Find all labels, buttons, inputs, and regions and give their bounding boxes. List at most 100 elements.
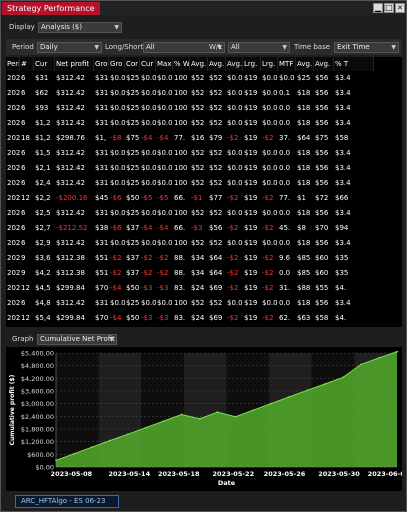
table-cell: -$2 [110,254,122,262]
table-cell: $25 [126,179,140,187]
chevron-down-icon: ▼ [114,24,119,31]
table-cell: -$2 [227,269,239,277]
table-cell: 88. [174,254,186,262]
column-header[interactable]: Cur [34,57,55,71]
table-row[interactable]: 202 6 $2,5 $312.42 $31 $0.0 $25 $0.0 $0.0 100 $52 $… [6,207,402,219]
column-header[interactable]: Max [156,57,173,71]
column-header[interactable]: % T [334,57,374,71]
column-header[interactable]: Gro [109,57,125,71]
chevron-down-icon: ▼ [109,336,114,343]
table-cell: $0.0 [157,74,173,82]
table-cell: $75 [315,134,329,142]
table-cell: 202 [7,254,20,262]
table-cell: $0.0 [110,74,125,82]
table-cell: $31 [95,164,109,172]
table-row[interactable]: 202 6 $1,2 $312.42 $31 $0.0 $25 $0.0 $0.0 100 $52 $… [6,117,402,129]
table-cell: 202 [7,314,20,322]
data-point [144,426,147,429]
table-row[interactable]: 202 12 $2,2 -$200.16 $45 -$6 $50 -$5 -$5 66. -$1 $7… [6,192,402,204]
table-row[interactable]: 202 12 $4,5 $299.84 $70 -$4 $50 -$3 -$3 83. $24 $69… [6,282,402,294]
y-tick-label: $5,400.00 [21,350,54,358]
table-cell: $56 [315,74,329,82]
table-row[interactable]: 202 12 $5,4 $299.84 $70 -$4 $50 -$3 -$3 83. $24 $69… [6,312,402,324]
graph-type-select[interactable]: Cumulative Net Profit ▼ [37,334,117,345]
table-cell: $19 [244,299,258,307]
table-row[interactable]: 202 6 $2,1 $312.42 $31 $0.0 $25 $0.0 $0.0 100 $52 $… [6,162,402,174]
table-cell: $0.0 [141,239,156,247]
table-row[interactable]: 202 6 $93 $312.42 $31 $0.0 $25 $0.0 $0.0 100 $52 $5… [6,102,402,114]
table-cell: -$2 [110,269,122,277]
minimize-button[interactable]: ▁ [373,3,383,13]
table-cell: $25 [126,164,140,172]
data-point [306,389,309,392]
table-cell: $0.0 [157,209,173,217]
column-header[interactable]: Lrg. [261,57,278,71]
table-cell: $0.0 [227,209,243,217]
table-cell: 100 [174,74,188,82]
wl-select[interactable]: All ▼ [228,42,290,53]
table-cell: 6 [21,239,26,247]
display-select[interactable]: Analysis ($) ▼ [38,22,122,33]
table-cell: $4. [335,314,347,322]
column-header[interactable]: Lrg. [243,57,261,71]
table-cell: $52 [191,164,205,172]
table-row[interactable]: 202 6 $31 $312.42 $31 $0.0 $25 $0.0 $0.0 100 $52 $5… [6,72,402,84]
title-bar[interactable]: Strategy Performance ▁ □ ✕ [1,1,406,15]
table-cell: $31 [95,119,109,127]
table-cell: -$6 [110,194,122,202]
table-cell: $1, [95,134,107,142]
table-cell: $75 [126,134,140,142]
y-tick-label: $4,200.00 [21,375,54,383]
table-cell: $34 [191,269,205,277]
table-cell: 202 [7,74,20,82]
table-cell: 202 [7,284,20,292]
graph-type-value: Cumulative Net Profit [40,335,115,343]
table-cell: $19 [244,254,258,262]
period-select[interactable]: Daily ▼ [37,42,102,53]
table-cell: 0.0 [279,209,291,217]
data-point [324,383,327,385]
table-row[interactable]: 202 18 $1,2 $298.76 $1, -$8 $75 -$4 -$4 77. $16 $79… [6,132,402,144]
table-cell: $35 [335,254,349,262]
maximize-button[interactable]: □ [384,3,394,13]
column-header[interactable]: Avg. [208,57,226,71]
table-cell: $31 [95,239,109,247]
performance-table[interactable]: Peri # Cur Net profit Gro Gro Cor Cur Max% W Avg.… [6,57,402,327]
table-row[interactable]: 202 9 $3,6 $312.38 $51 -$2 $37 -$2 -$2 88. $34 $64-… [6,252,402,264]
column-header[interactable]: Avg. [314,57,334,71]
table-cell: $0.0 [141,89,156,97]
column-header[interactable]: Gro [94,57,109,71]
instrument-tab[interactable]: ARC_HFTAlgo - ES 06-23 [15,495,119,508]
table-row[interactable]: 202 6 $62 $312.42 $31 $0.0 $25 $0.0 $0.0 100 $52 $5… [6,87,402,99]
table-cell: $31 [95,179,109,187]
column-header[interactable]: # [20,57,34,71]
column-header[interactable]: Avg. [296,57,314,71]
close-button[interactable]: ✕ [395,3,405,13]
wl-value: All [231,43,240,51]
column-header[interactable]: Avg. [226,57,243,71]
column-header[interactable]: Cor [125,57,140,71]
table-row[interactable]: 202 6 $2,4 $312.42 $31 $0.0 $25 $0.0 $0.0 100 $52 $… [6,177,402,189]
table-row[interactable]: 202 6 $4,8 $312.42 $31 $0.0 $25 $0.0 $0.0 100 $52 $… [6,297,402,309]
table-row[interactable]: 202 6 $2,7 -$212.52 $38 -$6 $37 -$4 -$4 66. -$3 $56… [6,222,402,234]
table-cell: $3.4 [335,179,351,187]
table-row[interactable]: 202 6 $2,9 $312.42 $31 $0.0 $25 $0.0 $0.0 100 $52 $… [6,237,402,249]
table-cell: 100 [174,119,188,127]
column-header[interactable]: Cur [140,57,156,71]
table-cell: $25 [126,299,140,307]
table-row[interactable]: 202 9 $4,2 $312.38 $51 -$2 $37 -$2 -$2 88. $34 $64-… [6,267,402,279]
table-cell: 66. [174,194,186,202]
table-row[interactable]: 202 6 $1,5 $312.42 $31 $0.0 $25 $0.0 $0.0 100 $52 $… [6,147,402,159]
column-header[interactable]: Net profit [55,57,94,71]
table-cell: $70 [315,224,329,232]
table-cell: -$4 [141,224,153,232]
column-header[interactable]: Avg. [190,57,208,71]
column-header[interactable]: Peri [6,57,20,71]
table-cell: $312.38 [56,269,85,277]
timebase-select[interactable]: Exit Time ▼ [334,42,399,53]
column-header[interactable]: % W [173,57,190,71]
column-header[interactable]: MTF [278,57,296,71]
table-cell: $56 [315,209,329,217]
table-cell: 62. [279,314,291,322]
table-cell: $0.0 [110,149,125,157]
